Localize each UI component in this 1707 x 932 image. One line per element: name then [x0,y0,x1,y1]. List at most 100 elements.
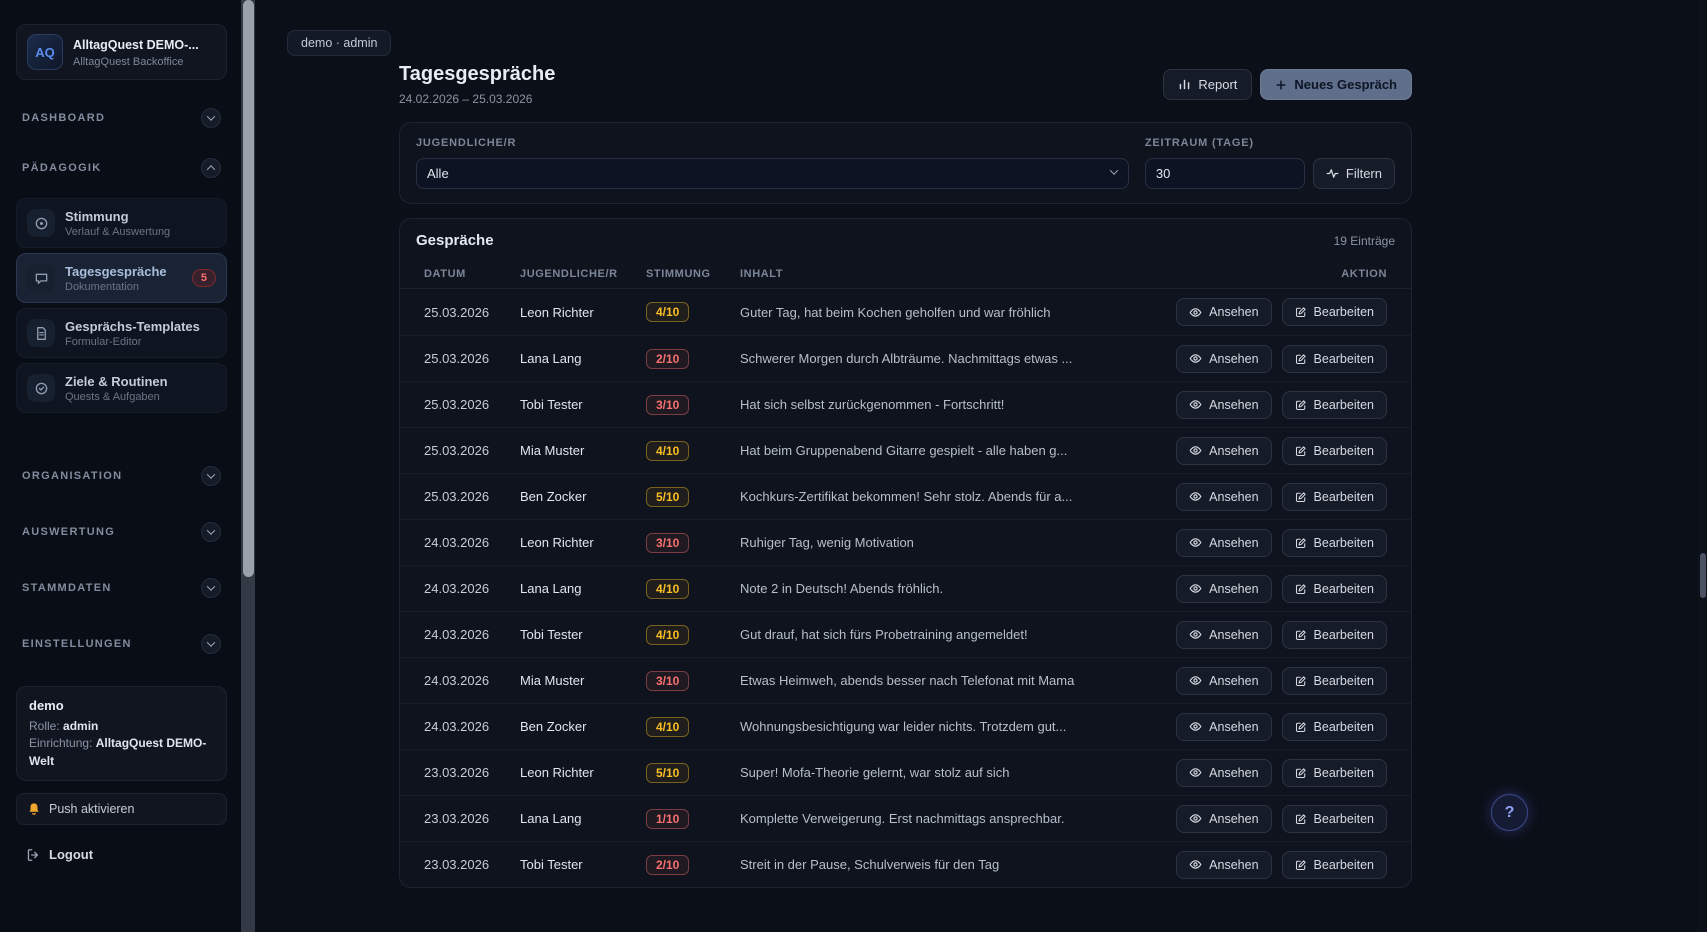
view-button[interactable]: Ansehen [1176,575,1271,603]
logout-button[interactable]: Logout [16,841,227,868]
row-date: 25.03.2026 [416,351,512,366]
view-button[interactable]: Ansehen [1176,851,1271,879]
view-button[interactable]: Ansehen [1176,345,1271,373]
entries-count: 19 Einträge [1334,234,1395,248]
row-date: 23.03.2026 [416,857,512,872]
mood-badge: 1/10 [646,809,689,829]
sidebar-scrollbar-thumb[interactable] [243,0,254,577]
sidebar-scrollbar[interactable] [241,0,255,932]
sidebar-section[interactable]: ORGANISATION [16,454,227,498]
edit-button[interactable]: Bearbeiten [1282,483,1387,511]
new-conversation-button[interactable]: Neues Gespräch [1260,69,1412,100]
edit-button[interactable]: Bearbeiten [1282,437,1387,465]
table-row: 25.03.2026 Lana Lang 2/10 Schwerer Morge… [400,335,1411,381]
sidebar-nav-item[interactable]: Stimmung Verlauf & Auswertung [16,198,227,248]
sidebar-section[interactable]: EINSTELLUNGEN [16,622,227,666]
edit-button[interactable]: Bearbeiten [1282,851,1387,879]
col-datum: DATUM [416,268,512,280]
app-logo-card[interactable]: AQ AlltagQuest DEMO-... AlltagQuest Back… [16,24,227,80]
edit-button[interactable]: Bearbeiten [1282,298,1387,326]
nav-item-title: Stimmung [65,209,216,224]
mood-badge: 5/10 [646,487,689,507]
youth-select[interactable]: Alle [416,158,1129,189]
chevron-down-icon[interactable] [201,634,221,654]
edit-button[interactable]: Bearbeiten [1282,391,1387,419]
filter-card: JUGENDLICHE/R Alle ZEITRAUM (TAGE) [399,122,1412,204]
user-role: Rolle: admin [29,719,98,733]
row-date: 25.03.2026 [416,443,512,458]
page-title: Tagesgespräche [399,63,555,86]
chevron-down-icon[interactable] [201,108,221,128]
bell-icon [27,802,41,816]
push-activate-button[interactable]: Push aktivieren [16,793,227,825]
chevron-down-icon[interactable] [201,578,221,598]
row-content: Hat sich selbst zurückgenommen - Fortsch… [732,397,1143,412]
eye-icon [1189,444,1202,457]
chevron-down-icon[interactable] [201,522,221,542]
main-content: demo · admin Tagesgespräche 24.02.2026 –… [255,0,1707,932]
sidebar-nav-item[interactable]: Tagesgespräche Dokumentation 5 [16,253,227,303]
view-button[interactable]: Ansehen [1176,529,1271,557]
edit-button[interactable]: Bearbeiten [1282,759,1387,787]
sidebar-nav-item[interactable]: Gesprächs-Templates Formular-Editor [16,308,227,358]
row-name: Tobi Tester [512,627,638,642]
edit-button[interactable]: Bearbeiten [1282,713,1387,741]
app-root: AQ AlltagQuest DEMO-... AlltagQuest Back… [0,0,1707,932]
view-button[interactable]: Ansehen [1176,391,1271,419]
col-aktion: AKTION [1143,268,1395,280]
view-button[interactable]: Ansehen [1176,713,1271,741]
sidebar-section-dashboard[interactable]: DASHBOARD [16,96,227,140]
table-row: 23.03.2026 Lana Lang 1/10 Komplette Verw… [400,795,1411,841]
eye-icon [1189,812,1202,825]
table-row: 23.03.2026 Leon Richter 5/10 Super! Mofa… [400,749,1411,795]
nav-item-subtitle: Quests & Aufgaben [65,391,216,403]
chevron-down-icon[interactable] [201,466,221,486]
edit-icon [1295,306,1307,318]
user-org: Einrichtung: AlltagQuest DEMO-Welt [29,736,206,767]
view-button[interactable]: Ansehen [1176,298,1271,326]
main-scrollbar[interactable] [1698,0,1707,932]
row-name: Lana Lang [512,811,638,826]
page-header: Tagesgespräche 24.02.2026 – 25.03.2026 R… [399,63,1412,106]
edit-button[interactable]: Bearbeiten [1282,575,1387,603]
period-filter-label: ZEITRAUM (TAGE) [1145,137,1305,149]
chevron-up-icon[interactable] [201,158,221,178]
row-name: Lana Lang [512,351,638,366]
row-date: 25.03.2026 [416,305,512,320]
mood-badge: 4/10 [646,625,689,645]
row-date: 24.03.2026 [416,673,512,688]
document-template-icon [27,319,55,347]
edit-button[interactable]: Bearbeiten [1282,667,1387,695]
view-button[interactable]: Ansehen [1176,805,1271,833]
edit-button[interactable]: Bearbeiten [1282,805,1387,833]
eye-icon [1189,720,1202,733]
view-button[interactable]: Ansehen [1176,483,1271,511]
nav-item-badge: 5 [192,269,216,287]
row-content: Ruhiger Tag, wenig Motivation [732,535,1143,550]
period-input[interactable] [1145,158,1305,189]
sidebar-section[interactable]: STAMMDATEN [16,566,227,610]
edit-icon [1295,491,1307,503]
edit-button[interactable]: Bearbeiten [1282,621,1387,649]
edit-button[interactable]: Bearbeiten [1282,345,1387,373]
sidebar-section[interactable]: AUSWERTUNG [16,510,227,554]
nav-item-subtitle: Formular-Editor [65,336,216,348]
view-button[interactable]: Ansehen [1176,437,1271,465]
main-scrollbar-thumb[interactable] [1700,553,1706,598]
help-button[interactable]: ? [1491,794,1528,831]
table-row: 25.03.2026 Tobi Tester 3/10 Hat sich sel… [400,381,1411,427]
filter-button[interactable]: Filtern [1313,158,1395,189]
view-button[interactable]: Ansehen [1176,759,1271,787]
mood-badge: 3/10 [646,533,689,553]
sidebar-nav-item[interactable]: Ziele & Routinen Quests & Aufgaben [16,363,227,413]
row-name: Ben Zocker [512,489,638,504]
report-button[interactable]: Report [1163,69,1252,100]
sidebar-section-paedagogik[interactable]: PÄDAGOGIK [16,146,227,190]
view-button[interactable]: Ansehen [1176,667,1271,695]
edit-button[interactable]: Bearbeiten [1282,529,1387,557]
mood-badge: 4/10 [646,302,689,322]
eye-icon [1189,628,1202,641]
view-button[interactable]: Ansehen [1176,621,1271,649]
app-subtitle: AlltagQuest Backoffice [73,56,199,68]
activity-icon [1326,167,1339,180]
